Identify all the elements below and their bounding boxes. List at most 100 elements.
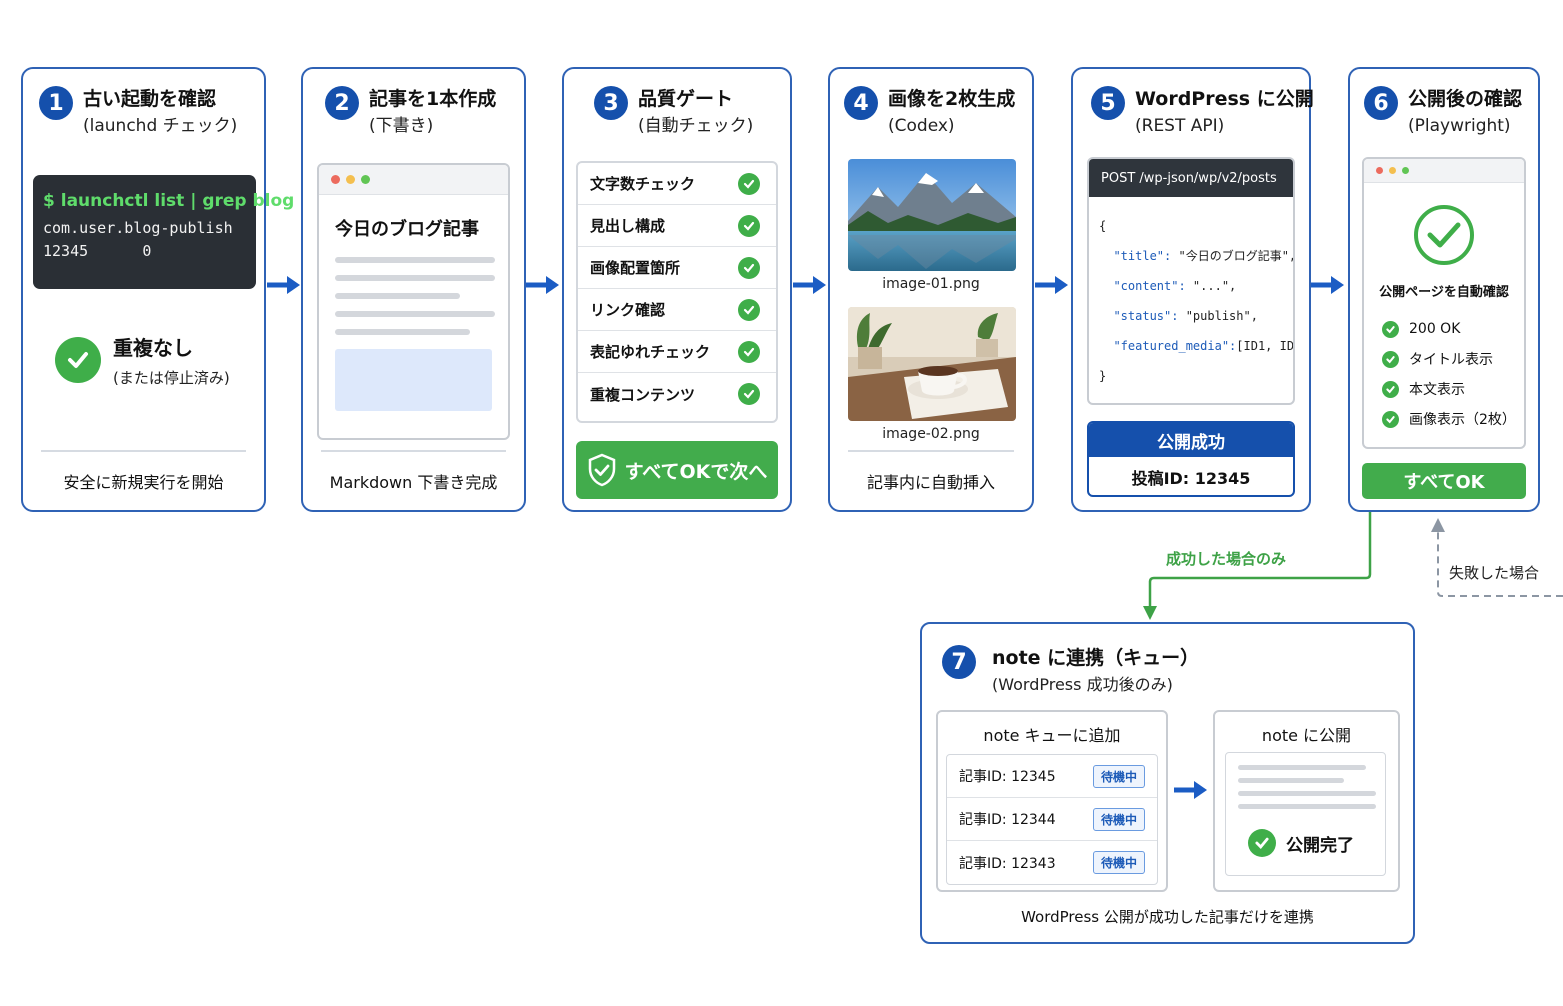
all-ok-button[interactable]: すべてOK — [1362, 463, 1526, 499]
step-header: 2 記事を1本作成 (下書き) — [325, 85, 516, 138]
step-subtitle: (WordPress 成功後のみ) — [992, 675, 1173, 694]
list-item: 重複コンテンツ — [578, 373, 776, 415]
status-title: 重複なし — [113, 336, 193, 360]
list-item: 文字数チェック — [578, 163, 776, 205]
step-number: 5 — [1091, 86, 1125, 120]
list-item: 本文表示 — [1382, 374, 1524, 404]
arrow-right-icon — [1035, 275, 1069, 295]
step-subtitle: (下書き) — [369, 116, 434, 136]
step-footer: 安全に新規実行を開始 — [41, 450, 246, 510]
request-endpoint: POST /wp-json/wp/v2/posts — [1089, 159, 1293, 197]
list-item: タイトル表示 — [1382, 344, 1524, 374]
quality-checklist: 文字数チェック 見出し構成 画像配置箇所 リンク確認 表記ゆれチェック 重複コン… — [576, 161, 778, 423]
step-subtitle: (REST API) — [1135, 116, 1225, 136]
list-item: 見出し構成 — [578, 205, 776, 247]
check-icon — [738, 383, 760, 405]
step-header: 5 WordPress に公開 (REST API) — [1091, 85, 1314, 138]
step-title: 品質ゲート — [638, 88, 734, 110]
terminal-command: $ launchctl list | grep blog — [43, 191, 295, 211]
check-icon — [738, 172, 760, 195]
check-icon — [738, 214, 760, 237]
check-icon — [1382, 410, 1399, 428]
check-icon — [1382, 320, 1399, 338]
image-caption: image-02.png — [882, 426, 980, 442]
step-subtitle: (自動チェック) — [638, 116, 754, 136]
step-title: 記事を1本作成 — [369, 88, 497, 110]
step-number: 6 — [1364, 86, 1398, 120]
step-footer: Markdown 下書き完成 — [321, 450, 506, 510]
api-request: POST /wp-json/wp/v2/posts { "title": "今日… — [1087, 157, 1295, 405]
publish-result: 公開成功 投稿ID: 12345 — [1087, 421, 1295, 497]
failure-condition-label: 失敗した場合 — [1449, 564, 1540, 582]
image-placeholder — [335, 349, 492, 411]
step-card-1: 1 古い起動を確認 (launchd チェック) $ launchctl lis… — [21, 67, 295, 512]
step-subtitle: (launchd チェック) — [83, 116, 238, 136]
check-circle-icon — [1364, 203, 1524, 271]
arrow-right-icon — [1311, 275, 1345, 295]
post-id: 投稿ID: 12345 — [1131, 469, 1251, 488]
terminal: $ launchctl list | grep blog com.user.bl… — [33, 175, 295, 289]
step-card-4: 4 画像を2枚生成 (Codex) image-01.png image-02.… — [828, 67, 1034, 512]
duplicate-status: 重複なし (または停止済み) — [55, 332, 230, 388]
step-footer: 記事内に自動挿入 — [848, 450, 1014, 510]
step-card-6: 6 公開後の確認 (Playwright) 公開ページを自動確認 200 OK … — [1348, 67, 1540, 512]
step-title: note に連携（キュー） — [992, 647, 1200, 669]
step-header: 4 画像を2枚生成 (Codex) — [844, 85, 1024, 138]
check-icon — [1382, 380, 1399, 398]
step-title: 公開後の確認 — [1408, 88, 1523, 110]
success-condition-label: 成功した場合のみ — [1166, 550, 1287, 568]
step-title: 画像を2枚生成 — [888, 88, 1016, 110]
image-caption: image-01.png — [882, 276, 980, 292]
list-item: 表記ゆれチェック — [578, 331, 776, 373]
step-subtitle: (Codex) — [888, 116, 955, 136]
publish-title: note に公開 — [1261, 726, 1352, 745]
table-row: 記事ID: 12344 待機中 — [947, 798, 1157, 841]
browser-verification: 公開ページを自動確認 200 OK タイトル表示 本文表示 画像表示（2枚） — [1362, 157, 1526, 449]
list-item: リンク確認 — [578, 289, 776, 331]
step-header: 7 note に連携（キュー） (WordPress 成功後のみ) — [942, 644, 1405, 697]
list-item: 200 OK — [1382, 314, 1524, 344]
coffee-cup-image — [848, 307, 1016, 421]
table-row: 記事ID: 12343 待機中 — [947, 841, 1157, 884]
verify-title: 公開ページを自動確認 — [1379, 285, 1509, 300]
status-subtitle: (または停止済み) — [113, 369, 230, 387]
step-title: 古い起動を確認 — [83, 88, 217, 110]
step-card-5: 5 WordPress に公開 (REST API) POST /wp-json… — [1071, 67, 1314, 512]
proceed-button[interactable]: すべてOKで次へ — [576, 441, 778, 499]
check-icon — [738, 256, 760, 279]
arrow-right-icon — [1174, 780, 1208, 804]
list-item: 画像配置箇所 — [578, 247, 776, 289]
step-number: 7 — [942, 645, 976, 679]
check-icon — [1248, 829, 1276, 857]
step-number: 4 — [844, 86, 878, 120]
step-footer: WordPress 公開が成功した記事だけを連携 — [1021, 908, 1314, 926]
status-badge: 待機中 — [1092, 807, 1145, 831]
step-subtitle: (Playwright) — [1408, 116, 1511, 136]
status-badge: 待機中 — [1092, 764, 1145, 788]
step-card-2: 2 記事を1本作成 (下書き) 今日のブログ記事 Markdown 下書き完成 — [301, 67, 526, 512]
publish-done: 公開完了 — [1248, 829, 1354, 857]
step-title: WordPress に公開 — [1135, 88, 1314, 110]
document-title: 今日のブログ記事 — [335, 219, 479, 240]
publish-status: 公開成功 — [1089, 423, 1293, 457]
check-icon — [738, 340, 760, 363]
table-row: 記事ID: 12345 待機中 — [947, 755, 1157, 798]
draft-document: 今日のブログ記事 — [317, 163, 510, 440]
check-icon — [1382, 350, 1399, 368]
list-item: 画像表示（2枚） — [1382, 404, 1524, 434]
status-badge: 待機中 — [1092, 851, 1145, 874]
arrow-right-icon — [267, 275, 301, 295]
step-card-3: 3 品質ゲート (自動チェック) 文字数チェック 見出し構成 画像配置箇所 リン… — [562, 67, 792, 512]
step-header: 1 古い起動を確認 (launchd チェック) — [39, 85, 256, 138]
window-controls — [319, 165, 508, 195]
terminal-output: com.user.blog-publish 12345 0 — [43, 219, 233, 260]
note-queue: note キューに追加 記事ID: 12345 待機中 記事ID: 12344 待機… — [936, 710, 1168, 892]
step-number: 1 — [39, 86, 73, 120]
step-number: 2 — [325, 86, 359, 120]
check-icon — [738, 298, 760, 321]
mountain-lake-image — [848, 159, 1016, 271]
proceed-button-label: すべてOKで次へ — [624, 460, 768, 483]
step-header: 3 品質ゲート (自動チェック) — [594, 85, 782, 138]
check-circle-icon — [55, 337, 101, 383]
step-number: 3 — [594, 86, 628, 120]
